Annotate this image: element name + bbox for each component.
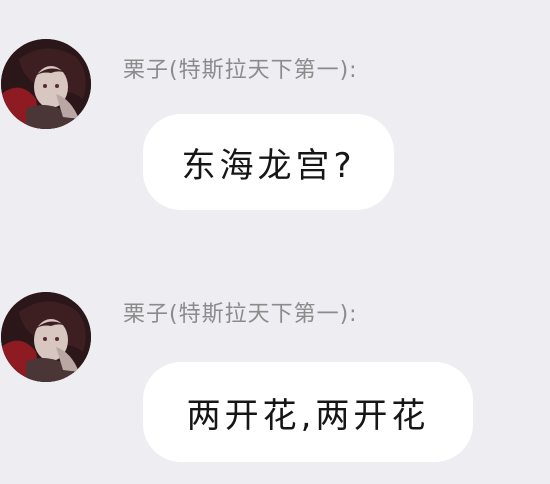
message-text: 两开花,两开花 <box>186 395 430 436</box>
message-text: 东海龙宫? <box>181 145 356 186</box>
chat-message: 栗子(特斯拉天下第一): 两开花,两开花 <box>0 252 550 484</box>
avatar-image <box>1 292 91 382</box>
avatar-image <box>1 39 91 129</box>
avatar[interactable] <box>1 39 91 129</box>
chat-message-list: 栗子(特斯拉天下第一): 东海龙宫? 栗子(特斯拉天下第一): 两开花,两开花 <box>0 0 550 484</box>
avatar[interactable] <box>1 292 91 382</box>
message-bubble[interactable]: 东海龙宫? <box>143 114 394 210</box>
sender-name: 栗子(特斯拉天下第一): <box>123 58 358 83</box>
sender-name: 栗子(特斯拉天下第一): <box>123 302 358 327</box>
message-bubble[interactable]: 两开花,两开花 <box>143 362 473 462</box>
chat-message: 栗子(特斯拉天下第一): 东海龙宫? <box>0 0 550 230</box>
